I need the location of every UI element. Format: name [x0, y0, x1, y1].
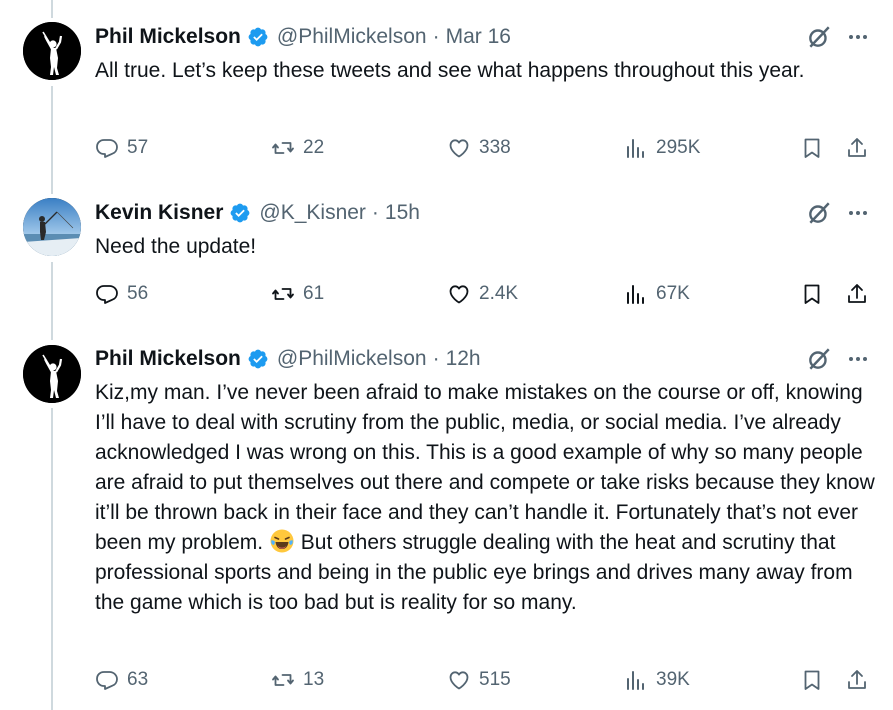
views-count: 295K	[656, 137, 701, 158]
tweet-text: All true. Let’s keep these tweets and se…	[95, 59, 805, 82]
grok-icon[interactable]	[806, 200, 832, 226]
tweet-actions: 63 13 515 39K	[95, 665, 875, 695]
laughing-tears-emoji	[269, 528, 295, 554]
author-handle[interactable]: @K_Kisner	[259, 201, 366, 225]
tweet-header: Kevin Kisner @K_Kisner · 15h	[95, 199, 420, 227]
retweet-icon	[272, 288, 294, 300]
separator: ·	[432, 25, 440, 48]
author-name[interactable]: Phil Mickelson	[95, 347, 241, 371]
golfer-silhouette-avatar	[23, 22, 81, 80]
views-button[interactable]: 39K	[624, 665, 690, 695]
golfer-silhouette-avatar	[23, 345, 81, 403]
bookmark-icon	[804, 284, 820, 304]
more-options-icon[interactable]	[846, 201, 870, 225]
reply-button[interactable]: 57	[95, 133, 148, 163]
separator: ·	[371, 201, 379, 224]
author-name[interactable]: Phil Mickelson	[95, 25, 241, 49]
retweet-button[interactable]: 13	[271, 665, 324, 695]
separator: ·	[432, 347, 440, 370]
more-options-icon[interactable]	[846, 347, 870, 371]
timestamp[interactable]: Mar 16	[446, 25, 511, 49]
share-button[interactable]	[845, 279, 877, 309]
bookmark-button[interactable]	[800, 279, 832, 309]
more-options-icon[interactable]	[846, 25, 870, 49]
views-count: 39K	[656, 669, 690, 690]
reply-button[interactable]: 63	[95, 665, 148, 695]
reply-count: 57	[127, 137, 149, 158]
share-button[interactable]	[845, 133, 877, 163]
retweet-count: 22	[303, 137, 325, 158]
avatar[interactable]	[23, 345, 81, 403]
bookmark-icon	[804, 138, 820, 158]
retweet-icon	[272, 142, 294, 154]
like-button[interactable]: 2.4K	[447, 279, 518, 309]
avatar[interactable]	[23, 22, 81, 80]
views-count: 67K	[656, 283, 690, 304]
heart-icon	[449, 139, 469, 158]
reply-icon	[96, 285, 118, 304]
share-icon	[848, 138, 866, 157]
retweet-button[interactable]: 61	[271, 279, 324, 309]
tweet-text: Need the update!	[95, 235, 257, 258]
tweet-header: Phil Mickelson @PhilMickelson · 12h	[95, 345, 481, 373]
like-button[interactable]: 515	[447, 665, 511, 695]
reply-icon	[96, 139, 118, 158]
retweet-icon	[272, 674, 294, 686]
verified-badge-icon	[229, 202, 251, 224]
reply-icon	[96, 671, 118, 690]
tweet-actions: 57 22 338 295K	[95, 133, 875, 163]
share-icon	[848, 670, 866, 689]
like-button[interactable]: 338	[447, 133, 511, 163]
verified-badge-icon	[247, 348, 269, 370]
share-icon	[848, 284, 866, 303]
author-handle[interactable]: @PhilMickelson	[277, 347, 427, 371]
tweet-text: Kiz,my man. I’ve never been afraid to ma…	[95, 378, 875, 618]
views-button[interactable]: 67K	[624, 279, 690, 309]
tweet[interactable]: Kevin Kisner @K_Kisner · 15h Need the up…	[0, 180, 893, 326]
timestamp[interactable]: 12h	[446, 347, 481, 371]
tweet[interactable]: Phil Mickelson @PhilMickelson · 12h Kiz,…	[0, 326, 893, 710]
heart-icon	[449, 671, 469, 690]
reply-count: 56	[127, 283, 149, 304]
tweet-header: Phil Mickelson @PhilMickelson · Mar 16	[95, 23, 511, 51]
grok-icon[interactable]	[806, 24, 832, 50]
author-name[interactable]: Kevin Kisner	[95, 201, 223, 225]
avatar[interactable]	[23, 198, 81, 256]
tweet[interactable]: Phil Mickelson @PhilMickelson · Mar 16 A…	[0, 0, 893, 180]
views-icon	[627, 671, 644, 690]
tweet-text-part: Kiz,my man. I’ve never been afraid to ma…	[95, 381, 875, 554]
bookmark-button[interactable]	[800, 665, 832, 695]
bookmark-button[interactable]	[800, 133, 832, 163]
timestamp[interactable]: 15h	[385, 201, 420, 225]
like-count: 338	[479, 137, 511, 158]
reply-count: 63	[127, 669, 149, 690]
tweet-actions: 56 61 2.4K 67K	[95, 279, 875, 309]
fishing-photo-avatar	[23, 198, 81, 256]
retweet-button[interactable]: 22	[271, 133, 324, 163]
views-button[interactable]: 295K	[624, 133, 700, 163]
views-icon	[627, 139, 644, 158]
like-count: 2.4K	[479, 283, 519, 304]
like-count: 515	[479, 669, 511, 690]
retweet-count: 61	[303, 283, 325, 304]
bookmark-icon	[804, 670, 820, 690]
author-handle[interactable]: @PhilMickelson	[277, 25, 427, 49]
verified-badge-icon	[247, 26, 269, 48]
views-icon	[627, 285, 644, 304]
heart-icon	[449, 285, 469, 304]
reply-button[interactable]: 56	[95, 279, 148, 309]
grok-icon[interactable]	[806, 346, 832, 372]
share-button[interactable]	[845, 665, 877, 695]
retweet-count: 13	[303, 669, 325, 690]
